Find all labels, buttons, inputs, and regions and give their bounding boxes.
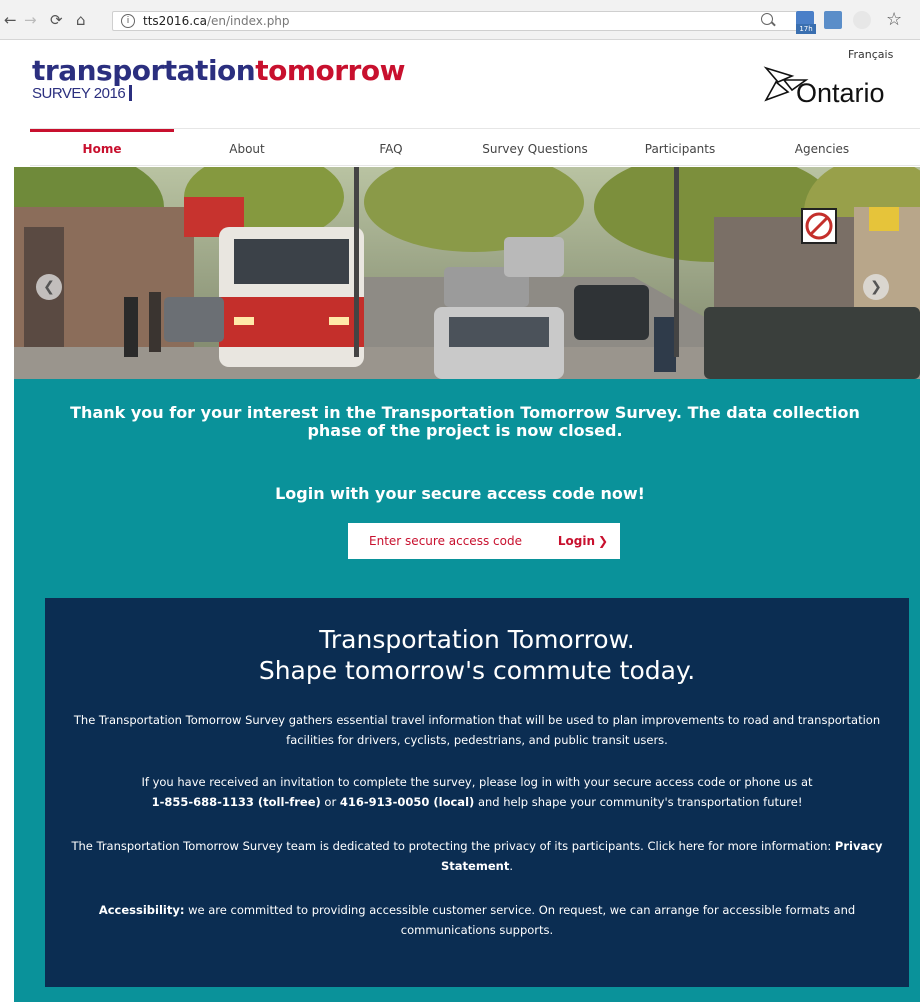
info-paragraph-2: If you have received an invitation to co… bbox=[65, 772, 889, 812]
extension-badge: 17h bbox=[796, 24, 816, 34]
extension-screenshot-icon[interactable] bbox=[824, 11, 842, 29]
chevron-right-icon: ❯ bbox=[598, 534, 609, 548]
back-arrow-icon[interactable]: ← bbox=[4, 13, 17, 28]
carousel-next-button[interactable]: ❯ bbox=[863, 274, 889, 300]
login-heading: Login with your secure access code now! bbox=[275, 484, 645, 503]
ontario-wordmark: Ontario bbox=[796, 78, 885, 108]
browser-toolbar: ← → ⟳ ⌂ i tts2016.ca/en/index.php 17h ☆ bbox=[0, 0, 920, 40]
info-p2-intro: If you have received an invitation to co… bbox=[141, 775, 813, 789]
logo-subtitle: SURVEY 2016 bbox=[32, 85, 132, 102]
info-p2-outro: and help shape your community's transpor… bbox=[477, 795, 803, 809]
login-form: Login❯ bbox=[348, 523, 620, 559]
info-icon[interactable]: i bbox=[121, 14, 135, 28]
info-paragraph-4: Accessibility: we are committed to provi… bbox=[55, 900, 899, 940]
nav-faq[interactable]: FAQ bbox=[336, 129, 446, 166]
extension-color-icon[interactable] bbox=[853, 11, 871, 29]
address-bar[interactable]: i tts2016.ca/en/index.php bbox=[112, 11, 812, 31]
nav-participants[interactable]: Participants bbox=[624, 129, 736, 166]
info-p2-or: or bbox=[324, 795, 337, 809]
info-title-line-2: Shape tomorrow's commute today. bbox=[258, 656, 696, 685]
accessibility-label: Accessibility: bbox=[98, 903, 185, 917]
zoom-icon[interactable] bbox=[761, 13, 773, 25]
accessibility-text: we are committed to providing accessible… bbox=[188, 903, 856, 937]
home-icon[interactable]: ⌂ bbox=[76, 13, 86, 28]
chevron-right-icon: ❯ bbox=[870, 279, 882, 295]
login-button-label: Login bbox=[557, 534, 596, 548]
info-title: Transportation Tomorrow. Shape tomorrow'… bbox=[45, 624, 909, 686]
logo-part-1: transportation bbox=[32, 54, 256, 87]
bookmark-star-icon[interactable]: ☆ bbox=[886, 9, 902, 30]
nav-home[interactable]: Home bbox=[30, 129, 174, 166]
chevron-left-icon: ❮ bbox=[43, 279, 55, 295]
logo-part-2: tomorrow bbox=[255, 54, 405, 87]
info-paragraph-3: The Transportation Tomorrow Survey team … bbox=[71, 839, 883, 873]
closed-notice: Thank you for your interest in the Trans… bbox=[70, 403, 860, 440]
reload-icon[interactable]: ⟳ bbox=[50, 13, 63, 28]
phone-tollfree[interactable]: 1-855-688-1133 (toll-free) bbox=[152, 795, 321, 809]
carousel-prev-button[interactable]: ❮ bbox=[36, 274, 62, 300]
info-p3-intro: The Transportation Tomorrow Survey team … bbox=[71, 839, 832, 853]
hero-street-image bbox=[14, 167, 920, 379]
url-domain: tts2016.ca bbox=[143, 14, 207, 28]
forward-arrow-icon[interactable]: → bbox=[24, 13, 37, 28]
phone-local[interactable]: 416-913-0050 (local) bbox=[340, 795, 474, 809]
site-logo[interactable]: transportationtomorrow bbox=[32, 54, 405, 87]
hero-carousel: ❮ ❯ bbox=[14, 167, 920, 379]
info-title-line-1: Transportation Tomorrow. bbox=[319, 625, 635, 654]
nav-about[interactable]: About bbox=[190, 129, 304, 166]
login-button[interactable]: Login ❯ bbox=[546, 523, 620, 559]
url-path: /en/index.php bbox=[206, 14, 290, 28]
nav-survey-questions[interactable]: Survey Questions bbox=[470, 129, 600, 166]
info-panel: Transportation Tomorrow. Shape tomorrow'… bbox=[45, 598, 909, 987]
main-nav: Home About FAQ Survey Questions Particip… bbox=[30, 128, 920, 166]
nav-agencies[interactable]: Agencies bbox=[766, 129, 878, 166]
access-code-input[interactable] bbox=[348, 523, 543, 559]
info-paragraph-1: The Transportation Tomorrow Survey gathe… bbox=[73, 713, 881, 747]
